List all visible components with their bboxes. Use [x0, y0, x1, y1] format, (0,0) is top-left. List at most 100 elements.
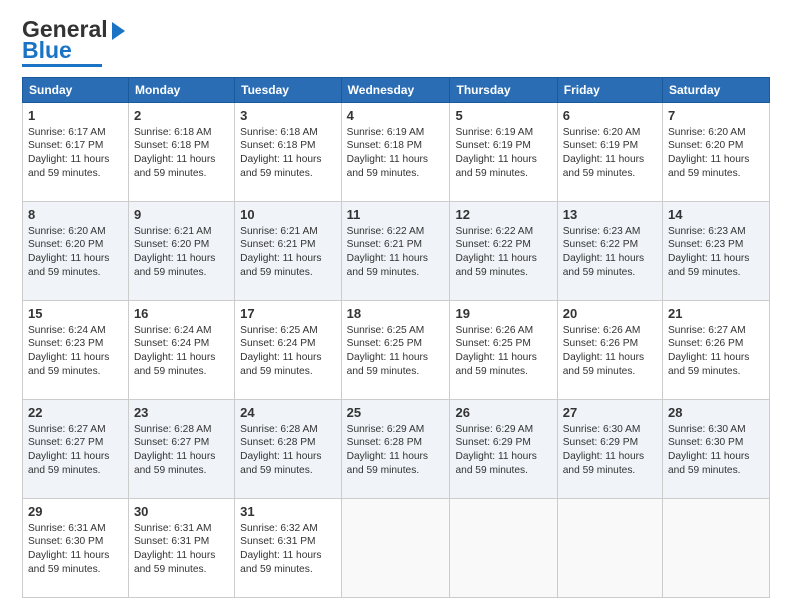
day-number: 29	[28, 503, 123, 521]
daylight-label: Daylight: 11 hours and 59 minutes.	[347, 154, 428, 179]
calendar-week-row: 8Sunrise: 6:20 AMSunset: 6:20 PMDaylight…	[23, 202, 770, 301]
calendar-cell: 9Sunrise: 6:21 AMSunset: 6:20 PMDaylight…	[128, 202, 234, 301]
sunrise-label: Sunrise: 6:26 AM	[455, 325, 533, 336]
day-number: 13	[563, 206, 657, 224]
daylight-label: Daylight: 11 hours and 59 minutes.	[563, 253, 644, 278]
sunrise-label: Sunrise: 6:19 AM	[455, 127, 533, 138]
day-number: 16	[134, 305, 229, 323]
calendar-cell-empty	[663, 499, 770, 598]
sunset-label: Sunset: 6:21 PM	[240, 239, 315, 250]
daylight-label: Daylight: 11 hours and 59 minutes.	[668, 352, 749, 377]
calendar-week-row: 1 Sunrise: 6:17 AM Sunset: 6:17 PM Daylight…	[23, 103, 770, 202]
calendar-cell: 7Sunrise: 6:20 AMSunset: 6:20 PMDaylight…	[663, 103, 770, 202]
daylight-label: Daylight: 11 hours and 59 minutes.	[134, 451, 215, 476]
day-number: 27	[563, 404, 657, 422]
daylight-label: Daylight: 11 hours and 59 minutes.	[28, 154, 109, 179]
sunrise-label: Sunrise: 6:32 AM	[240, 523, 318, 534]
sunrise-label: Sunrise: 6:21 AM	[240, 226, 318, 237]
day-number: 15	[28, 305, 123, 323]
sunset-label: Sunset: 6:17 PM	[28, 140, 103, 151]
sunrise-label: Sunrise: 6:23 AM	[563, 226, 641, 237]
calendar-cell: 2Sunrise: 6:18 AMSunset: 6:18 PMDaylight…	[128, 103, 234, 202]
sunset-label: Sunset: 6:18 PM	[134, 140, 209, 151]
calendar-cell: 13Sunrise: 6:23 AMSunset: 6:22 PMDayligh…	[557, 202, 662, 301]
sunset-label: Sunset: 6:31 PM	[240, 536, 315, 547]
daylight-label: Daylight: 11 hours and 59 minutes.	[347, 451, 428, 476]
daylight-label: Daylight: 11 hours and 59 minutes.	[240, 550, 321, 575]
daylight-label: Daylight: 11 hours and 59 minutes.	[28, 253, 109, 278]
sunrise-label: Sunrise: 6:23 AM	[668, 226, 746, 237]
day-number: 26	[455, 404, 551, 422]
logo-underline	[22, 64, 102, 67]
sunset-label: Sunset: 6:26 PM	[668, 338, 743, 349]
sunrise-label: Sunrise: 6:25 AM	[347, 325, 425, 336]
day-header-friday: Friday	[557, 78, 662, 103]
day-number: 5	[455, 107, 551, 125]
sunset-label: Sunset: 6:25 PM	[455, 338, 530, 349]
daylight-label: Daylight: 11 hours and 59 minutes.	[563, 451, 644, 476]
sunrise-label: Sunrise: 6:22 AM	[455, 226, 533, 237]
calendar-cell: 14Sunrise: 6:23 AMSunset: 6:23 PMDayligh…	[663, 202, 770, 301]
sunset-label: Sunset: 6:23 PM	[28, 338, 103, 349]
sunset-label: Sunset: 6:30 PM	[668, 437, 743, 448]
calendar-cell: 1 Sunrise: 6:17 AM Sunset: 6:17 PM Daylight…	[23, 103, 129, 202]
logo: General Blue	[22, 18, 125, 67]
day-number: 25	[347, 404, 445, 422]
day-number: 20	[563, 305, 657, 323]
sunset-label: Sunset: 6:21 PM	[347, 239, 422, 250]
sunset-label: Sunset: 6:25 PM	[347, 338, 422, 349]
logo-blue: Blue	[22, 39, 72, 62]
calendar-cell: 23Sunrise: 6:28 AMSunset: 6:27 PMDayligh…	[128, 400, 234, 499]
daylight-label: Daylight: 11 hours and 59 minutes.	[455, 154, 536, 179]
day-number: 12	[455, 206, 551, 224]
sunrise-label: Sunrise: 6:22 AM	[347, 226, 425, 237]
day-number: 24	[240, 404, 336, 422]
day-number: 7	[668, 107, 764, 125]
day-number: 10	[240, 206, 336, 224]
sunrise-label: Sunrise: 6:18 AM	[240, 127, 318, 138]
sunrise-label: Sunrise: 6:24 AM	[134, 325, 212, 336]
sunrise-label: Sunrise: 6:28 AM	[240, 424, 318, 435]
day-number: 17	[240, 305, 336, 323]
sunset-label: Sunset: 6:29 PM	[455, 437, 530, 448]
calendar-cell: 31Sunrise: 6:32 AMSunset: 6:31 PMDayligh…	[235, 499, 342, 598]
day-header-sunday: Sunday	[23, 78, 129, 103]
day-header-thursday: Thursday	[450, 78, 557, 103]
daylight-label: Daylight: 11 hours and 59 minutes.	[455, 253, 536, 278]
calendar-week-row: 29Sunrise: 6:31 AMSunset: 6:30 PMDayligh…	[23, 499, 770, 598]
daylight-label: Daylight: 11 hours and 59 minutes.	[563, 352, 644, 377]
sunrise-label: Sunrise: 6:30 AM	[668, 424, 746, 435]
daylight-label: Daylight: 11 hours and 59 minutes.	[134, 154, 215, 179]
day-number: 1	[28, 107, 123, 125]
daylight-label: Daylight: 11 hours and 59 minutes.	[28, 352, 109, 377]
daylight-label: Daylight: 11 hours and 59 minutes.	[240, 451, 321, 476]
sunset-label: Sunset: 6:30 PM	[28, 536, 103, 547]
daylight-label: Daylight: 11 hours and 59 minutes.	[668, 253, 749, 278]
daylight-label: Daylight: 11 hours and 59 minutes.	[134, 253, 215, 278]
sunset-label: Sunset: 6:31 PM	[134, 536, 209, 547]
day-number: 3	[240, 107, 336, 125]
day-header-saturday: Saturday	[663, 78, 770, 103]
sunset-label: Sunset: 6:24 PM	[240, 338, 315, 349]
calendar-cell: 5Sunrise: 6:19 AMSunset: 6:19 PMDaylight…	[450, 103, 557, 202]
calendar-cell: 21Sunrise: 6:27 AMSunset: 6:26 PMDayligh…	[663, 301, 770, 400]
daylight-label: Daylight: 11 hours and 59 minutes.	[240, 352, 321, 377]
day-number: 23	[134, 404, 229, 422]
daylight-label: Daylight: 11 hours and 59 minutes.	[455, 352, 536, 377]
sunset-label: Sunset: 6:20 PM	[668, 140, 743, 151]
daylight-label: Daylight: 11 hours and 59 minutes.	[668, 154, 749, 179]
sunrise-label: Sunrise: 6:24 AM	[28, 325, 106, 336]
sunrise-label: Sunrise: 6:29 AM	[455, 424, 533, 435]
daylight-label: Daylight: 11 hours and 59 minutes.	[347, 253, 428, 278]
sunrise-label: Sunrise: 6:17 AM	[28, 127, 106, 138]
calendar-cell: 8Sunrise: 6:20 AMSunset: 6:20 PMDaylight…	[23, 202, 129, 301]
daylight-label: Daylight: 11 hours and 59 minutes.	[28, 550, 109, 575]
day-number: 9	[134, 206, 229, 224]
day-header-monday: Monday	[128, 78, 234, 103]
day-number: 4	[347, 107, 445, 125]
daylight-label: Daylight: 11 hours and 59 minutes.	[134, 352, 215, 377]
day-number: 22	[28, 404, 123, 422]
day-number: 2	[134, 107, 229, 125]
daylight-label: Daylight: 11 hours and 59 minutes.	[134, 550, 215, 575]
page: General Blue SundayMondayTuesdayWednesda…	[0, 0, 792, 612]
